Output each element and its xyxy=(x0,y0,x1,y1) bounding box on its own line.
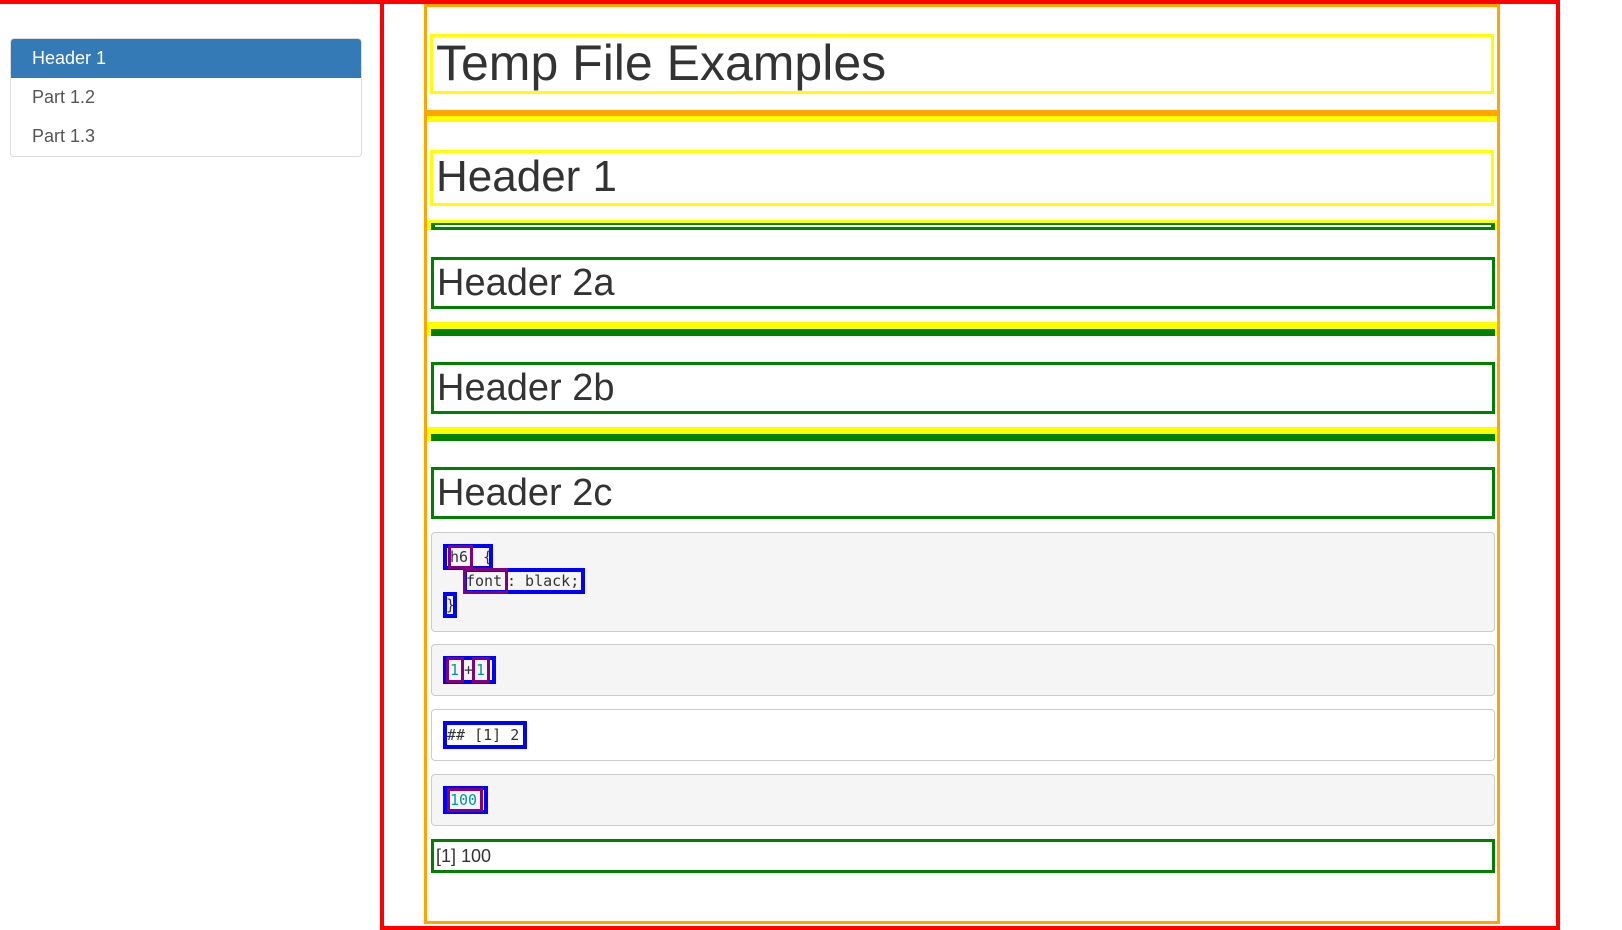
page-title: Temp File Examples xyxy=(436,35,887,91)
css-close-brace: } xyxy=(446,596,456,614)
header-2b-divider xyxy=(431,329,1495,336)
header-2c-block: Header 2c xyxy=(431,467,1495,519)
r-code-operator: + xyxy=(464,661,474,679)
header-2c: Header 2c xyxy=(437,472,613,514)
css-code-block: h6 { font : black; } xyxy=(431,532,1495,632)
toc-sidebar: Header 1 Part 1.2 Part 1.3 xyxy=(10,38,362,157)
number-code-text: 100 xyxy=(450,791,478,809)
toc-item-part-1-3[interactable]: Part 1.3 xyxy=(11,117,361,156)
page-outline-top xyxy=(0,0,380,4)
header-2b-block: Header 2b xyxy=(431,362,1495,414)
header-1-block: Header 1 xyxy=(430,150,1494,206)
header-2a-block: Header 2a xyxy=(431,257,1495,309)
toc-item-part-1-2[interactable]: Part 1.2 xyxy=(11,78,361,117)
output-block-1: ## [1] 2 xyxy=(431,709,1495,761)
main-content: Temp File Examples Header 1 Header 2a He… xyxy=(424,4,1500,924)
number-code-block: 100 xyxy=(431,774,1495,826)
header-2b: Header 2b xyxy=(437,367,615,409)
header-1: Header 1 xyxy=(436,152,618,201)
css-open-brace: { xyxy=(474,548,493,566)
output-block-2: [1] 100 xyxy=(431,839,1495,873)
r-code-block: 1 + 1 xyxy=(431,644,1495,696)
css-property: font xyxy=(466,572,503,590)
header-2a: Header 2a xyxy=(437,262,615,304)
output-text-1: ## [1] 2 xyxy=(447,726,520,744)
css-selector: h6 xyxy=(450,548,469,566)
output-text-2: [1] 100 xyxy=(436,846,492,866)
header-2c-divider xyxy=(431,434,1495,441)
r-code-left: 1 xyxy=(450,661,460,679)
r-code-right: 1 xyxy=(476,661,486,679)
section-divider-yellow xyxy=(427,116,1497,122)
title-block: Temp File Examples xyxy=(430,34,1494,94)
css-value: : black; xyxy=(507,572,580,590)
toc-item-header-1[interactable]: Header 1 xyxy=(11,39,361,78)
